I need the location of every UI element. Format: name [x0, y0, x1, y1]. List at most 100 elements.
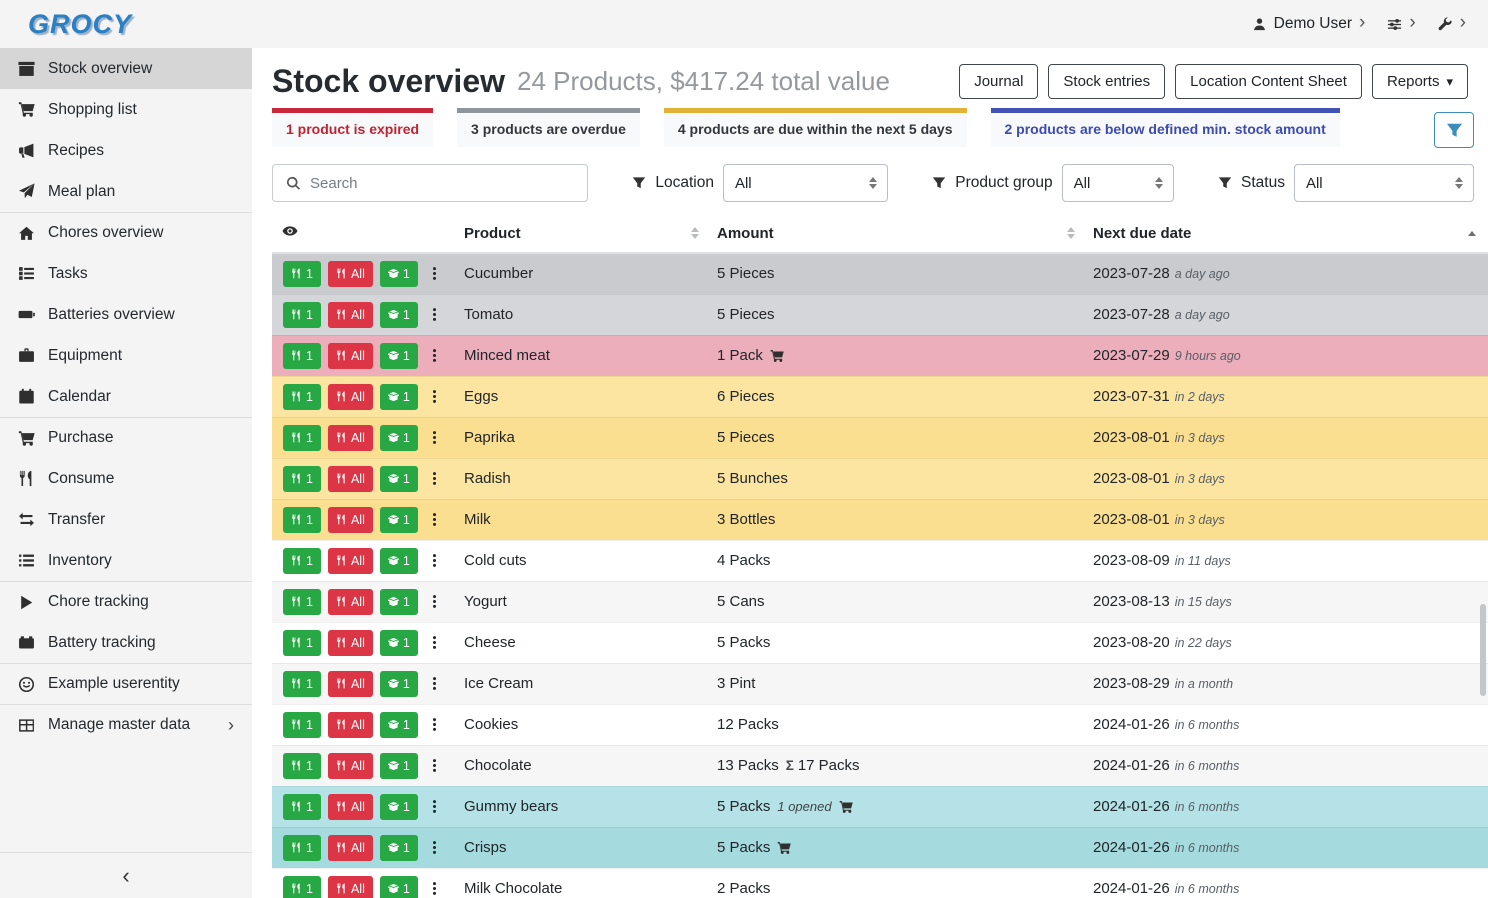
table-row-ice-cream[interactable]: 1 All 1 Ice Cream 3 Pint: [272, 663, 1488, 704]
sidebar-item-tasks[interactable]: Tasks ›: [0, 253, 252, 294]
column-header-next-due-date[interactable]: Next due date: [1087, 216, 1488, 253]
row-menu-button[interactable]: [425, 384, 444, 410]
grocy-logo[interactable]: GROCY: [28, 9, 132, 40]
sidebar-item-batteries-overview[interactable]: Batteries overview ›: [0, 294, 252, 335]
table-row-cheese[interactable]: 1 All 1 Cheese 5 Packs: [272, 622, 1488, 663]
row-menu-button[interactable]: [425, 794, 444, 820]
eye-icon[interactable]: [282, 223, 298, 239]
table-row-chocolate[interactable]: 1 All 1 Chocolate 13 Packs Σ17 Packs: [272, 745, 1488, 786]
row-menu-button[interactable]: [425, 835, 444, 861]
sidebar-item-shopping-list[interactable]: Shopping list ›: [0, 89, 252, 130]
sidebar-item-equipment[interactable]: Equipment ›: [0, 335, 252, 376]
scrollbar[interactable]: [1480, 604, 1486, 696]
consume-all-button[interactable]: All: [328, 302, 373, 328]
sidebar-collapse-button[interactable]: ‹: [0, 852, 252, 898]
consume-all-button[interactable]: All: [328, 425, 373, 451]
sidebar-item-battery-tracking[interactable]: Battery tracking ›: [0, 622, 252, 663]
consume-all-button[interactable]: All: [328, 630, 373, 656]
open-one-button[interactable]: 1: [380, 302, 418, 328]
table-row-crisps[interactable]: 1 All 1 Crisps 5 Packs: [272, 827, 1488, 868]
consume-one-button[interactable]: 1: [283, 630, 321, 656]
open-one-button[interactable]: 1: [380, 425, 418, 451]
table-row-paprika[interactable]: 1 All 1 Paprika 5 Pieces: [272, 417, 1488, 458]
banner-overdue[interactable]: 3 products are overdue: [457, 108, 640, 147]
table-row-radish[interactable]: 1 All 1 Radish 5 Bunches: [272, 458, 1488, 499]
consume-one-button[interactable]: 1: [283, 876, 321, 898]
consume-one-button[interactable]: 1: [283, 671, 321, 697]
row-menu-button[interactable]: [425, 876, 444, 898]
consume-all-button[interactable]: All: [328, 794, 373, 820]
consume-all-button[interactable]: All: [328, 507, 373, 533]
consume-all-button[interactable]: All: [328, 343, 373, 369]
open-one-button[interactable]: 1: [380, 630, 418, 656]
open-one-button[interactable]: 1: [380, 712, 418, 738]
sidebar-item-chores-overview[interactable]: Chores overview ›: [0, 212, 252, 253]
consume-all-button[interactable]: All: [328, 261, 373, 287]
open-one-button[interactable]: 1: [380, 794, 418, 820]
row-menu-button[interactable]: [425, 753, 444, 779]
open-one-button[interactable]: 1: [380, 384, 418, 410]
open-one-button[interactable]: 1: [380, 876, 418, 898]
consume-all-button[interactable]: All: [328, 589, 373, 615]
sidebar-item-recipes[interactable]: Recipes ›: [0, 130, 252, 171]
product-group-select[interactable]: All: [1062, 164, 1174, 202]
consume-one-button[interactable]: 1: [283, 794, 321, 820]
consume-all-button[interactable]: All: [328, 671, 373, 697]
consume-one-button[interactable]: 1: [283, 384, 321, 410]
open-one-button[interactable]: 1: [380, 343, 418, 369]
stock-entries-button[interactable]: Stock entries: [1048, 64, 1165, 99]
settings-menu[interactable]: ›: [1387, 16, 1415, 32]
table-row-yogurt[interactable]: 1 All 1 Yogurt 5 Cans: [272, 581, 1488, 622]
consume-one-button[interactable]: 1: [283, 261, 321, 287]
reports-dropdown-button[interactable]: Reports ▾: [1372, 64, 1468, 99]
open-one-button[interactable]: 1: [380, 507, 418, 533]
banner-due-soon[interactable]: 4 products are due within the next 5 day…: [664, 108, 967, 147]
table-row-tomato[interactable]: 1 All 1 Tomato 5 Pieces: [272, 294, 1488, 335]
row-menu-button[interactable]: [425, 261, 444, 287]
sidebar-item-inventory[interactable]: Inventory ›: [0, 540, 252, 581]
row-menu-button[interactable]: [425, 671, 444, 697]
open-one-button[interactable]: 1: [380, 466, 418, 492]
admin-menu[interactable]: ›: [1438, 16, 1466, 32]
banner-below-min[interactable]: 2 products are below defined min. stock …: [991, 108, 1340, 147]
sidebar-item-calendar[interactable]: Calendar ›: [0, 376, 252, 417]
location-select[interactable]: All: [723, 164, 888, 202]
status-select[interactable]: All: [1294, 164, 1474, 202]
consume-one-button[interactable]: 1: [283, 712, 321, 738]
open-one-button[interactable]: 1: [380, 835, 418, 861]
open-one-button[interactable]: 1: [380, 753, 418, 779]
consume-all-button[interactable]: All: [328, 876, 373, 898]
consume-one-button[interactable]: 1: [283, 507, 321, 533]
row-menu-button[interactable]: [425, 589, 444, 615]
table-row-cold-cuts[interactable]: 1 All 1 Cold cuts 4 Packs: [272, 540, 1488, 581]
filter-toggle-button[interactable]: [1434, 112, 1474, 148]
consume-one-button[interactable]: 1: [283, 548, 321, 574]
journal-button[interactable]: Journal: [959, 64, 1038, 99]
sidebar-item-purchase[interactable]: Purchase ›: [0, 417, 252, 458]
consume-one-button[interactable]: 1: [283, 753, 321, 779]
consume-all-button[interactable]: All: [328, 548, 373, 574]
table-row-gummy-bears[interactable]: 1 All 1 Gummy bears 5 Packs 1 opened: [272, 786, 1488, 827]
table-row-milk[interactable]: 1 All 1 Milk 3 Bottles: [272, 499, 1488, 540]
row-menu-button[interactable]: [425, 466, 444, 492]
consume-all-button[interactable]: All: [328, 466, 373, 492]
consume-one-button[interactable]: 1: [283, 343, 321, 369]
open-one-button[interactable]: 1: [380, 671, 418, 697]
user-menu[interactable]: Demo User ›: [1252, 15, 1366, 33]
sidebar-item-transfer[interactable]: Transfer ›: [0, 499, 252, 540]
row-menu-button[interactable]: [425, 548, 444, 574]
open-one-button[interactable]: 1: [380, 548, 418, 574]
consume-all-button[interactable]: All: [328, 753, 373, 779]
table-row-eggs[interactable]: 1 All 1 Eggs 6 Pieces: [272, 376, 1488, 417]
row-menu-button[interactable]: [425, 630, 444, 656]
open-one-button[interactable]: 1: [380, 589, 418, 615]
table-row-cucumber[interactable]: 1 All 1 Cucumber 5 Pieces: [272, 253, 1488, 294]
consume-all-button[interactable]: All: [328, 384, 373, 410]
open-one-button[interactable]: 1: [380, 261, 418, 287]
sidebar-item-stock-overview[interactable]: Stock overview ›: [0, 48, 252, 89]
column-header-amount[interactable]: Amount: [711, 216, 1087, 253]
table-row-minced-meat[interactable]: 1 All 1 Minced meat 1 Pack: [272, 335, 1488, 376]
column-header-product[interactable]: Product: [458, 216, 711, 253]
table-row-milk-chocolate[interactable]: 1 All 1 Milk Chocolate 2 Packs: [272, 868, 1488, 898]
consume-one-button[interactable]: 1: [283, 589, 321, 615]
